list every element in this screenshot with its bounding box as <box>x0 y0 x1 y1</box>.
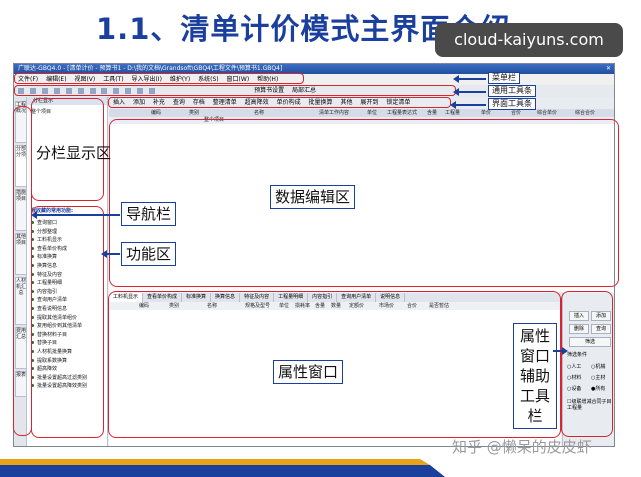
data-edit-callout: 数据编辑区 <box>270 185 356 209</box>
common-toolbar-arrow-icon <box>453 88 486 96</box>
window-title: 广联达-GBQ4.0 - [清单计价 - 预算书1 - D:\我的文档\Gran… <box>18 65 283 72</box>
navigation-callout: 导航栏 <box>121 202 177 226</box>
data-edit-highlight <box>109 119 619 287</box>
grid-header: 编码 类别 名称 清单工作内容 单位 工程量表达式 含量 工程量 单价 合价 综… <box>109 109 614 117</box>
function-area-callout: 功能区 <box>121 242 177 266</box>
column-header[interactable]: 综合单价 <box>537 109 557 117</box>
window-close-icon[interactable]: ✕ <box>606 64 611 74</box>
column-header[interactable]: 工程量 <box>445 109 460 117</box>
column-header[interactable]: 合价 <box>511 109 521 117</box>
navigation-highlight <box>13 106 32 436</box>
column-header[interactable]: 清单工作内容 <box>319 109 349 117</box>
column-header[interactable]: 编码 <box>151 109 161 117</box>
footer-watermark: 知乎 @懒呆的皮皮虾 <box>452 438 592 456</box>
aux-toolbar-arrow-icon <box>553 347 568 355</box>
menu-bar-callout: 菜单栏 <box>488 72 520 84</box>
interface-toolbar-highlight <box>108 97 451 108</box>
column-header[interactable]: 类别 <box>189 109 199 117</box>
function-area-highlight <box>31 206 104 438</box>
menu-bar-highlight <box>14 73 304 84</box>
property-window-callout: 属性窗口 <box>273 360 344 384</box>
column-header[interactable]: 含量 <box>427 109 437 117</box>
navigation-arrow-icon <box>31 211 120 219</box>
aux-toolbar-callout: 属性窗口辅助工具栏 <box>513 323 557 429</box>
column-header[interactable]: 工程量表达式 <box>387 109 417 117</box>
interface-toolbar-arrow-icon <box>450 101 486 109</box>
column-header[interactable]: 单价 <box>481 109 491 117</box>
column-header[interactable]: 名称 <box>254 109 264 117</box>
split-area-label: 分栏显示区 <box>36 144 112 162</box>
menu-bar-arrow-icon <box>453 75 486 83</box>
column-header[interactable]: 单位 <box>367 109 377 117</box>
function-area-arrow-icon <box>101 250 120 258</box>
aux-toolbar-highlight <box>561 291 613 437</box>
column-header[interactable]: 综合合价 <box>575 109 595 117</box>
watermark-badge: cloud-kaiyuns.com <box>435 23 623 57</box>
common-toolbar-callout: 通用工具条 <box>488 85 536 97</box>
interface-toolbar-callout: 界面工具条 <box>488 98 536 110</box>
common-toolbar-highlight <box>14 85 456 96</box>
